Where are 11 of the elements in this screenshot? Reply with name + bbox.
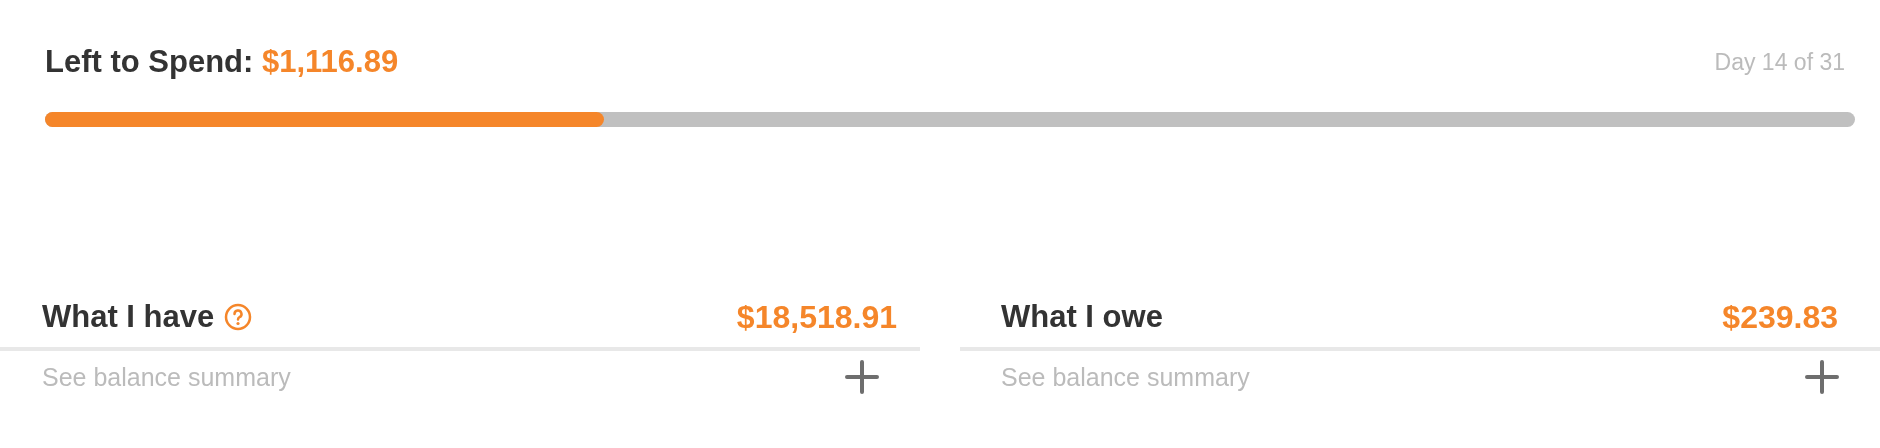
day-counter: Day 14 of 31 bbox=[1714, 48, 1845, 76]
help-icon[interactable] bbox=[224, 303, 253, 331]
left-to-spend-label: Left to Spend: $1,116.89 bbox=[45, 44, 399, 80]
plus-icon[interactable] bbox=[1804, 359, 1840, 395]
balance-summary-link[interactable]: See balance summary bbox=[42, 362, 291, 392]
balance-amount: $239.83 bbox=[1722, 298, 1838, 336]
plus-icon[interactable] bbox=[844, 359, 880, 395]
card-title: What I owe bbox=[1001, 299, 1163, 335]
balance-amount: $18,518.91 bbox=[736, 298, 897, 336]
card-title: What I have bbox=[42, 299, 215, 335]
balance-summary-link[interactable]: See balance summary bbox=[1001, 362, 1250, 392]
